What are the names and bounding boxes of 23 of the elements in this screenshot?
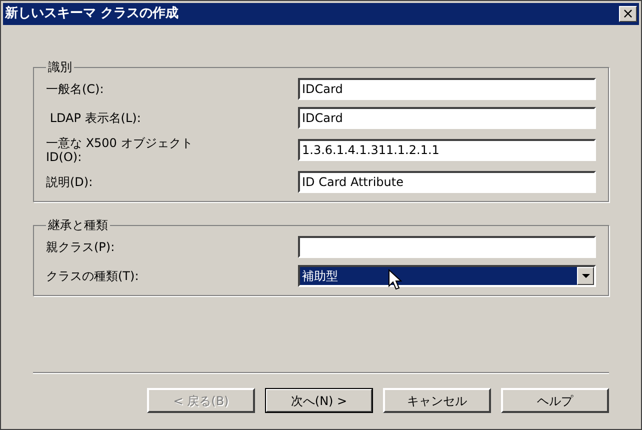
class-type-dropdown[interactable]: 補助型 <box>298 265 596 287</box>
group-title: 識別 <box>47 59 73 76</box>
dropdown-arrow-button[interactable] <box>577 267 594 285</box>
text-field[interactable] <box>298 236 596 258</box>
field-label: クラスの種類(T): <box>46 269 140 283</box>
field-label: LDAP 表示名(L): <box>48 111 142 125</box>
field-label: 一般名(C): <box>46 82 105 96</box>
text-field[interactable]: IDCard <box>298 107 596 129</box>
cursor-icon <box>388 269 402 291</box>
text-field[interactable]: IDCard <box>298 78 596 100</box>
field-label: 親クラス(P): <box>46 240 116 254</box>
dropdown-value: 補助型 <box>302 268 338 285</box>
group-title: 継承と種類 <box>47 217 109 234</box>
caret-icon <box>582 274 590 278</box>
text-field[interactable]: 1.3.6.1.4.1.311.1.2.1.1 <box>298 139 596 161</box>
wizard-button[interactable]: キャンセル <box>383 388 491 413</box>
wizard-button[interactable]: ヘルプ <box>501 388 609 413</box>
text-field[interactable]: ID Card Attribute <box>298 171 596 193</box>
field-label: 一意な X500 オブジェクト ID(O): <box>46 136 194 164</box>
wizard-button[interactable]: 次へ(N) > <box>265 388 373 413</box>
field-label: 説明(D): <box>46 175 94 189</box>
close-button[interactable]: × <box>619 6 637 22</box>
window-title: 新しいスキーマ クラスの作成 <box>5 4 179 24</box>
